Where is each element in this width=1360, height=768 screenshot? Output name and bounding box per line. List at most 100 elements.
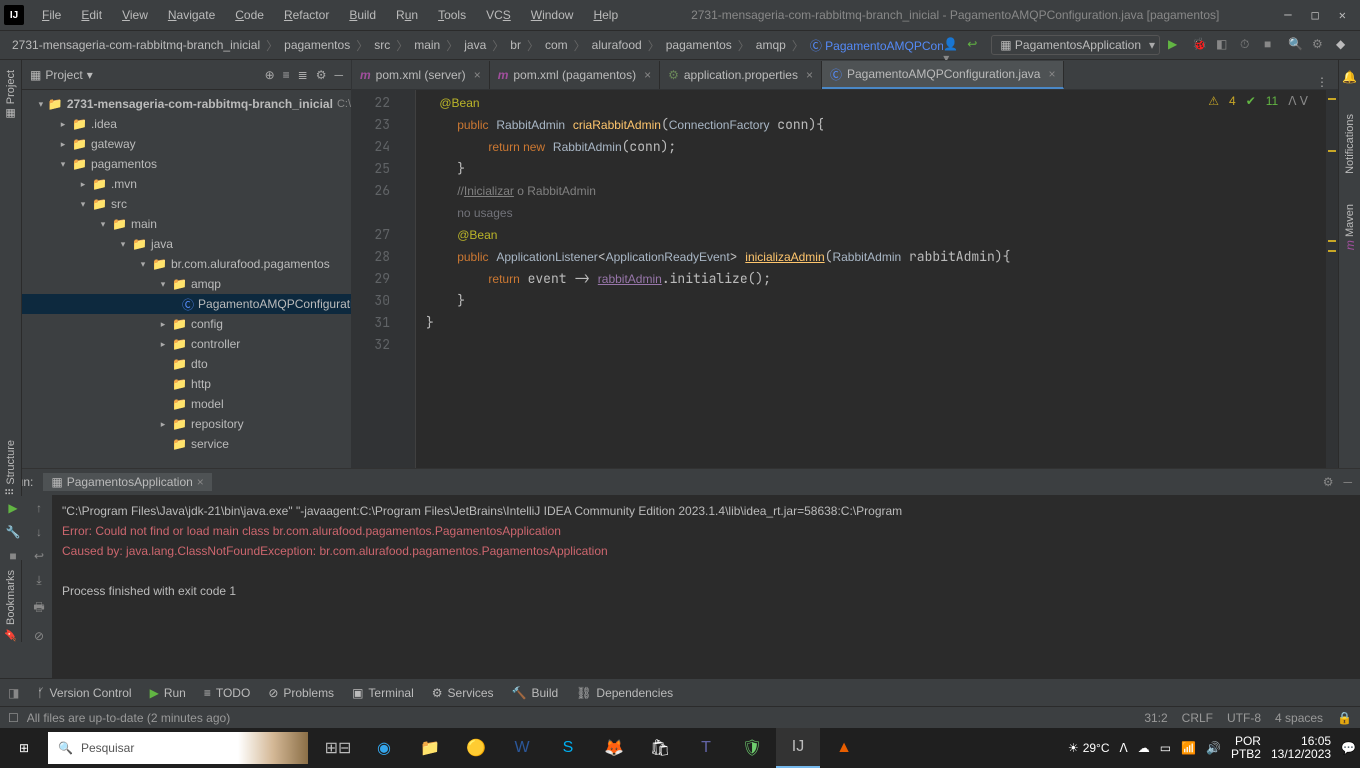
run-tab[interactable]: ▦ PagamentosApplication × [43,473,211,491]
profiler-icon[interactable]: ⏱ [1240,37,1256,53]
caret-position[interactable]: 31:2 [1144,711,1167,725]
editor-gutter[interactable]: 2223242526272829303132 [352,90,402,468]
run-settings-icon[interactable]: ⚙ [1323,475,1334,489]
tabs-more-icon[interactable]: ⋮ [1306,75,1338,89]
crumb-class[interactable]: Ⓒ PagamentoAMQPConfiguration [806,35,943,56]
menu-edit[interactable]: Edit [73,5,110,25]
file-encoding[interactable]: UTF-8 [1227,711,1261,725]
scroll-end-icon[interactable]: ⤓ [36,573,41,588]
run-button[interactable]: ▶Run [150,686,186,700]
crumb[interactable]: amqp [752,36,790,54]
users-icon[interactable]: 👤▾ [943,37,959,53]
tree-node[interactable]: ▾📁amqp [22,274,351,294]
dependencies-button[interactable]: ⛓Dependencies [576,686,673,700]
close-icon[interactable]: × [644,68,651,82]
tree-node[interactable]: ▸📁.idea [22,114,351,134]
tree-node[interactable]: ▾📁pagamentos [22,154,351,174]
crumb[interactable]: pagamentos [662,36,736,54]
vlc-icon[interactable]: ▲ [822,728,866,768]
expand-all-icon[interactable]: ≡ [283,68,290,82]
up-icon[interactable]: ↑ [36,501,42,515]
soft-wrap-icon[interactable]: ↩ [34,549,44,563]
run-icon[interactable]: ▶ [1168,37,1184,53]
fold-column[interactable] [402,90,416,468]
close-icon[interactable]: × [197,475,204,489]
explorer-icon[interactable]: 📁 [408,728,452,768]
tree-node[interactable]: ▸📁gateway [22,134,351,154]
version-control-button[interactable]: ᚶVersion Control [37,686,131,700]
menu-run[interactable]: Run [388,5,426,25]
crumb[interactable]: pagamentos [280,36,354,54]
minimize-button[interactable]: ─ [1284,8,1291,22]
menu-tools[interactable]: Tools [430,5,474,25]
menu-help[interactable]: Help [585,5,626,25]
crumb[interactable]: java [460,36,490,54]
bookmarks-tool-button[interactable]: 🔖 Bookmarks [4,570,17,642]
notifications-icon[interactable]: 🔔 [1342,70,1357,84]
tree-root[interactable]: ▾📁 2731-mensageria-com-rabbitmq-branch_i… [22,94,351,114]
menu-view[interactable]: View [114,5,156,25]
tree-node[interactable]: ▾📁main [22,214,351,234]
tree-node[interactable]: ▸📁config [22,314,351,334]
run-config-selector[interactable]: ▦ PagamentosApplication [991,35,1160,55]
todo-button[interactable]: ≡TODO [204,686,250,700]
search-icon[interactable]: 🔍 [1288,37,1304,53]
menu-refactor[interactable]: Refactor [276,5,337,25]
terminal-button[interactable]: ▣Terminal [352,686,414,700]
crumb[interactable]: br [506,36,525,54]
build-button[interactable]: 🔨Build [512,686,559,700]
select-opened-icon[interactable]: ⊕ [265,68,275,82]
down-icon[interactable]: ↓ [36,525,42,539]
skype-icon[interactable]: S [546,728,590,768]
tree-node[interactable]: ▸📁.mvn [22,174,351,194]
code-area[interactable]: @Bean public RabbitAdmin criaRabbitAdmin… [416,90,1338,468]
notifications-tray-icon[interactable]: 💬 [1341,741,1356,755]
ide-icon[interactable]: ◆ [1336,37,1352,53]
services-button[interactable]: ⚙Services [432,686,494,700]
maximize-button[interactable]: □ [1312,8,1319,22]
panel-settings-icon[interactable]: ⚙ [316,68,327,82]
close-icon[interactable]: × [1048,67,1055,81]
tree-node[interactable]: ▾📁br.com.alurafood.pagamentos [22,254,351,274]
chrome-icon[interactable]: 🟡 [454,728,498,768]
collapse-all-icon[interactable]: ≣ [298,68,308,82]
notifications-tool-button[interactable]: Notifications [1344,114,1356,174]
close-icon[interactable]: × [474,68,481,82]
wrench-icon[interactable]: 🔧 [6,525,21,539]
print-icon[interactable]: 🖶 [33,598,44,619]
lock-icon[interactable]: 🔒 [1337,711,1352,725]
menu-navigate[interactable]: Navigate [160,5,223,25]
crumb[interactable]: main [410,36,444,54]
crumb[interactable]: alurafood [588,36,646,54]
start-button[interactable]: ⊞ [0,728,48,768]
hide-run-icon[interactable]: ─ [1343,475,1352,489]
menu-build[interactable]: Build [341,5,384,25]
problems-button[interactable]: ⊘Problems [268,686,334,700]
tree-node[interactable]: 📁model [22,394,351,414]
hide-panel-icon[interactable]: ─ [334,68,343,82]
tray-chevron-icon[interactable]: ᐱ [1120,741,1128,755]
maven-tool-button[interactable]: m Maven [1343,204,1357,250]
tree-node[interactable]: 📁service [22,434,351,454]
battery-icon[interactable]: ▭ [1160,741,1171,755]
crumb[interactable]: src [370,36,394,54]
firefox-icon[interactable]: 🦊 [592,728,636,768]
clock[interactable]: 16:0513/12/2023 [1271,735,1331,761]
project-panel-header[interactable]: ▦ Project ▾ [30,68,265,82]
tab-application-properties[interactable]: ⚙application.properties× [660,61,822,89]
stop-icon[interactable]: ■ [1264,37,1280,53]
settings-icon[interactable]: ⚙ [1312,37,1328,53]
coverage-icon[interactable]: ◧ [1216,37,1232,53]
menu-file[interactable]: File [34,5,69,25]
volume-icon[interactable]: 🔊 [1206,741,1221,755]
tree-node[interactable]: ▸📁controller [22,334,351,354]
wifi-icon[interactable]: 📶 [1181,741,1196,755]
security-icon[interactable]: 🛡 [730,728,774,768]
debug-icon[interactable]: 🐞 [1192,37,1208,53]
console-output[interactable]: "C:\Program Files\Java\jdk-21\bin\java.e… [52,495,1360,678]
word-icon[interactable]: W [500,728,544,768]
project-tree[interactable]: ▾📁 2731-mensageria-com-rabbitmq-branch_i… [22,90,351,468]
hammer-icon[interactable]: ↩ [967,37,983,53]
close-button[interactable]: ✕ [1339,8,1346,22]
tree-node[interactable]: ▾📁src [22,194,351,214]
